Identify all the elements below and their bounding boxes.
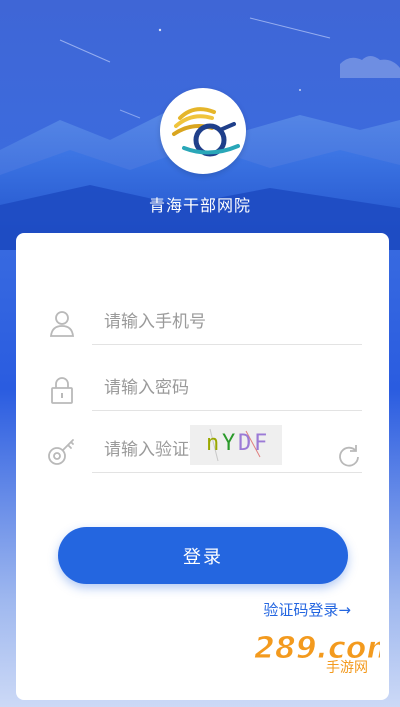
user-icon bbox=[50, 311, 74, 337]
login-button[interactable]: 登录 bbox=[58, 527, 348, 584]
captcha-char: F bbox=[254, 431, 268, 456]
watermark-sub: 手游网 bbox=[326, 660, 368, 674]
code-login-link[interactable]: 验证码登录→ bbox=[263, 599, 351, 620]
phone-row bbox=[46, 301, 362, 345]
password-underline bbox=[92, 410, 362, 411]
app-logo bbox=[160, 88, 246, 174]
captcha-image[interactable]: n Y D F bbox=[190, 425, 282, 465]
site-watermark: 289.com 手游网 bbox=[254, 631, 381, 675]
captcha-char: D bbox=[238, 431, 252, 456]
phone-input[interactable] bbox=[104, 309, 334, 335]
lock-icon bbox=[51, 377, 73, 404]
key-icon bbox=[48, 439, 74, 465]
captcha-char: n bbox=[206, 431, 220, 456]
phone-underline bbox=[92, 344, 362, 345]
refresh-icon[interactable] bbox=[336, 443, 362, 469]
password-input[interactable] bbox=[104, 375, 334, 401]
app-title: 青海干部网院 bbox=[148, 196, 251, 215]
captcha-char: Y bbox=[222, 431, 236, 456]
password-row bbox=[46, 367, 362, 411]
code-underline bbox=[92, 472, 362, 473]
